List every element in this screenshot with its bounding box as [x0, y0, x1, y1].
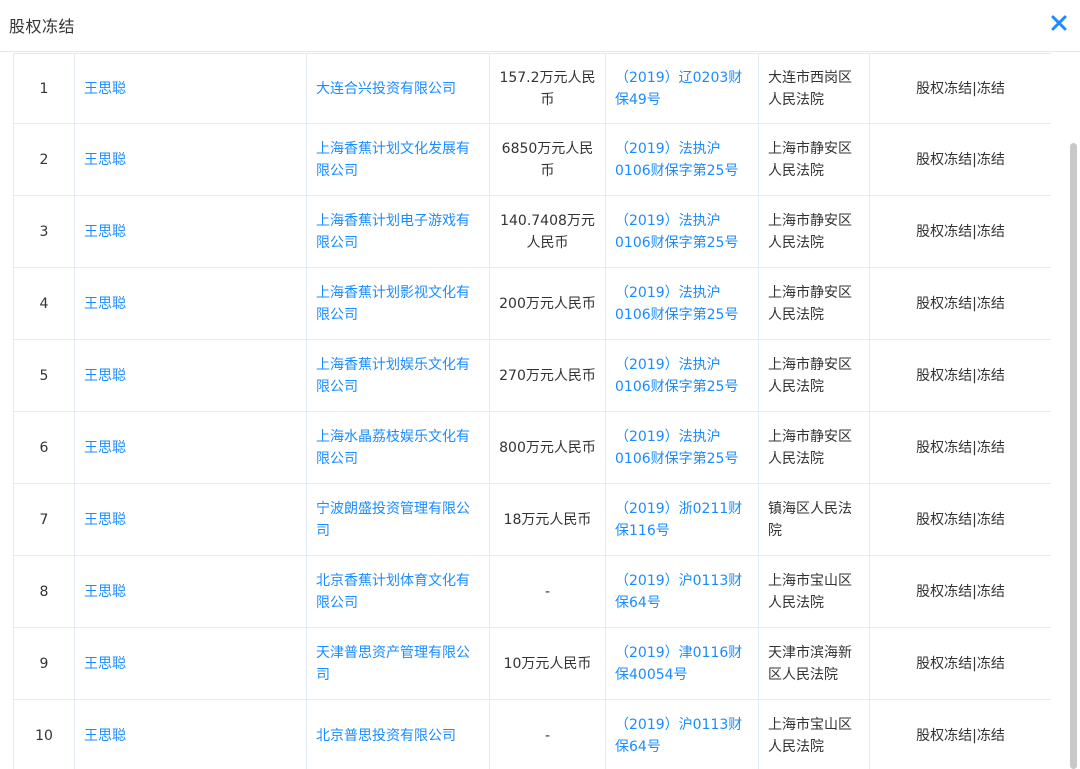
freeze-status: 股权冻结|冻结 — [869, 699, 1051, 769]
equity-freeze-table: 1 王思聪 大连合兴投资有限公司 157.2万元人民币 （2019）辽0203财保49号… — [13, 53, 1051, 769]
table-row: 10 王思聪 北京普思投资有限公司 - （2019）沪0113财保64号 上海市宝山区人民… — [13, 699, 1051, 769]
person-link[interactable]: 王思聪 — [74, 195, 307, 268]
row-index: 4 — [13, 267, 75, 340]
document-link[interactable]: （2019）法执沪0106财保字第25号 — [605, 339, 759, 412]
company-link[interactable]: 北京香蕉计划体育文化有限公司 — [306, 555, 490, 628]
person-link[interactable]: 王思聪 — [74, 411, 307, 484]
freeze-amount: 10万元人民币 — [489, 627, 606, 700]
freeze-status: 股权冻结|冻结 — [869, 627, 1051, 700]
table-row: 2 王思聪 上海香蕉计划文化发展有限公司 6850万元人民币 （2019）法执沪0106… — [13, 123, 1051, 196]
court-name: 上海市宝山区人民法院 — [758, 699, 870, 769]
court-name: 天津市滨海新区人民法院 — [758, 627, 870, 700]
person-link[interactable]: 王思聪 — [74, 627, 307, 700]
freeze-status: 股权冻结|冻结 — [869, 411, 1051, 484]
freeze-amount: 18万元人民币 — [489, 483, 606, 556]
court-name: 镇海区人民法院 — [758, 483, 870, 556]
freeze-table-container: 1 王思聪 大连合兴投资有限公司 157.2万元人民币 （2019）辽0203财保49号… — [13, 53, 1051, 769]
freeze-status: 股权冻结|冻结 — [869, 267, 1051, 340]
person-link[interactable]: 王思聪 — [74, 53, 307, 124]
scrollbar-thumb[interactable] — [1070, 143, 1077, 769]
court-name: 大连市西岗区人民法院 — [758, 53, 870, 124]
close-button[interactable] — [1048, 12, 1070, 34]
table-row: 3 王思聪 上海香蕉计划电子游戏有限公司 140.7408万元人民币 （2019）法执沪… — [13, 195, 1051, 268]
document-link[interactable]: （2019）法执沪0106财保字第25号 — [605, 411, 759, 484]
person-link[interactable]: 王思聪 — [74, 555, 307, 628]
court-name: 上海市静安区人民法院 — [758, 195, 870, 268]
document-link[interactable]: （2019）法执沪0106财保字第25号 — [605, 123, 759, 196]
company-link[interactable]: 北京普思投资有限公司 — [306, 699, 490, 769]
row-index: 6 — [13, 411, 75, 484]
freeze-amount: - — [489, 555, 606, 628]
company-link[interactable]: 宁波朗盛投资管理有限公司 — [306, 483, 490, 556]
court-name: 上海市宝山区人民法院 — [758, 555, 870, 628]
document-link[interactable]: （2019）法执沪0106财保字第25号 — [605, 267, 759, 340]
person-link[interactable]: 王思聪 — [74, 267, 307, 340]
court-name: 上海市静安区人民法院 — [758, 123, 870, 196]
person-link[interactable]: 王思聪 — [74, 339, 307, 412]
freeze-status: 股权冻结|冻结 — [869, 53, 1051, 124]
document-link[interactable]: （2019）津0116财保40054号 — [605, 627, 759, 700]
freeze-amount: 800万元人民币 — [489, 411, 606, 484]
person-link[interactable]: 王思聪 — [74, 699, 307, 769]
freeze-amount: 200万元人民币 — [489, 267, 606, 340]
row-index: 9 — [13, 627, 75, 700]
freeze-amount: 270万元人民币 — [489, 339, 606, 412]
row-index: 7 — [13, 483, 75, 556]
freeze-status: 股权冻结|冻结 — [869, 195, 1051, 268]
table-row: 6 王思聪 上海水晶荔枝娱乐文化有限公司 800万元人民币 （2019）法执沪0106财… — [13, 411, 1051, 484]
freeze-status: 股权冻结|冻结 — [869, 555, 1051, 628]
row-index: 3 — [13, 195, 75, 268]
document-link[interactable]: （2019）辽0203财保49号 — [605, 53, 759, 124]
person-link[interactable]: 王思聪 — [74, 123, 307, 196]
company-link[interactable]: 上海香蕉计划娱乐文化有限公司 — [306, 339, 490, 412]
freeze-amount: 6850万元人民币 — [489, 123, 606, 196]
company-link[interactable]: 上海香蕉计划电子游戏有限公司 — [306, 195, 490, 268]
freeze-amount: 157.2万元人民币 — [489, 53, 606, 124]
person-link[interactable]: 王思聪 — [74, 483, 307, 556]
table-row: 7 王思聪 宁波朗盛投资管理有限公司 18万元人民币 （2019）浙0211财保116号… — [13, 483, 1051, 556]
dialog-title: 股权冻结 — [9, 17, 76, 36]
company-link[interactable]: 上海香蕉计划文化发展有限公司 — [306, 123, 490, 196]
freeze-status: 股权冻结|冻结 — [869, 123, 1051, 196]
close-icon — [1051, 15, 1067, 31]
freeze-status: 股权冻结|冻结 — [869, 483, 1051, 556]
row-index: 5 — [13, 339, 75, 412]
court-name: 上海市静安区人民法院 — [758, 339, 870, 412]
freeze-amount: - — [489, 699, 606, 769]
row-index: 10 — [13, 699, 75, 769]
row-index: 8 — [13, 555, 75, 628]
document-link[interactable]: （2019）浙0211财保116号 — [605, 483, 759, 556]
table-row: 1 王思聪 大连合兴投资有限公司 157.2万元人民币 （2019）辽0203财保49号… — [13, 53, 1051, 124]
company-link[interactable]: 上海水晶荔枝娱乐文化有限公司 — [306, 411, 490, 484]
document-link[interactable]: （2019）沪0113财保64号 — [605, 699, 759, 769]
table-row: 4 王思聪 上海香蕉计划影视文化有限公司 200万元人民币 （2019）法执沪0106财… — [13, 267, 1051, 340]
freeze-amount: 140.7408万元人民币 — [489, 195, 606, 268]
table-row: 5 王思聪 上海香蕉计划娱乐文化有限公司 270万元人民币 （2019）法执沪0106财… — [13, 339, 1051, 412]
dialog-header: 股权冻结 — [0, 0, 1080, 52]
table-row: 9 王思聪 天津普思资产管理有限公司 10万元人民币 （2019）津0116财保4005… — [13, 627, 1051, 700]
row-index: 2 — [13, 123, 75, 196]
document-link[interactable]: （2019）沪0113财保64号 — [605, 555, 759, 628]
freeze-status: 股权冻结|冻结 — [869, 339, 1051, 412]
company-link[interactable]: 天津普思资产管理有限公司 — [306, 627, 490, 700]
row-index: 1 — [13, 53, 75, 124]
company-link[interactable]: 大连合兴投资有限公司 — [306, 53, 490, 124]
company-link[interactable]: 上海香蕉计划影视文化有限公司 — [306, 267, 490, 340]
table-row: 8 王思聪 北京香蕉计划体育文化有限公司 - （2019）沪0113财保64号 上海市宝山… — [13, 555, 1051, 628]
document-link[interactable]: （2019）法执沪0106财保字第25号 — [605, 195, 759, 268]
court-name: 上海市静安区人民法院 — [758, 411, 870, 484]
court-name: 上海市静安区人民法院 — [758, 267, 870, 340]
